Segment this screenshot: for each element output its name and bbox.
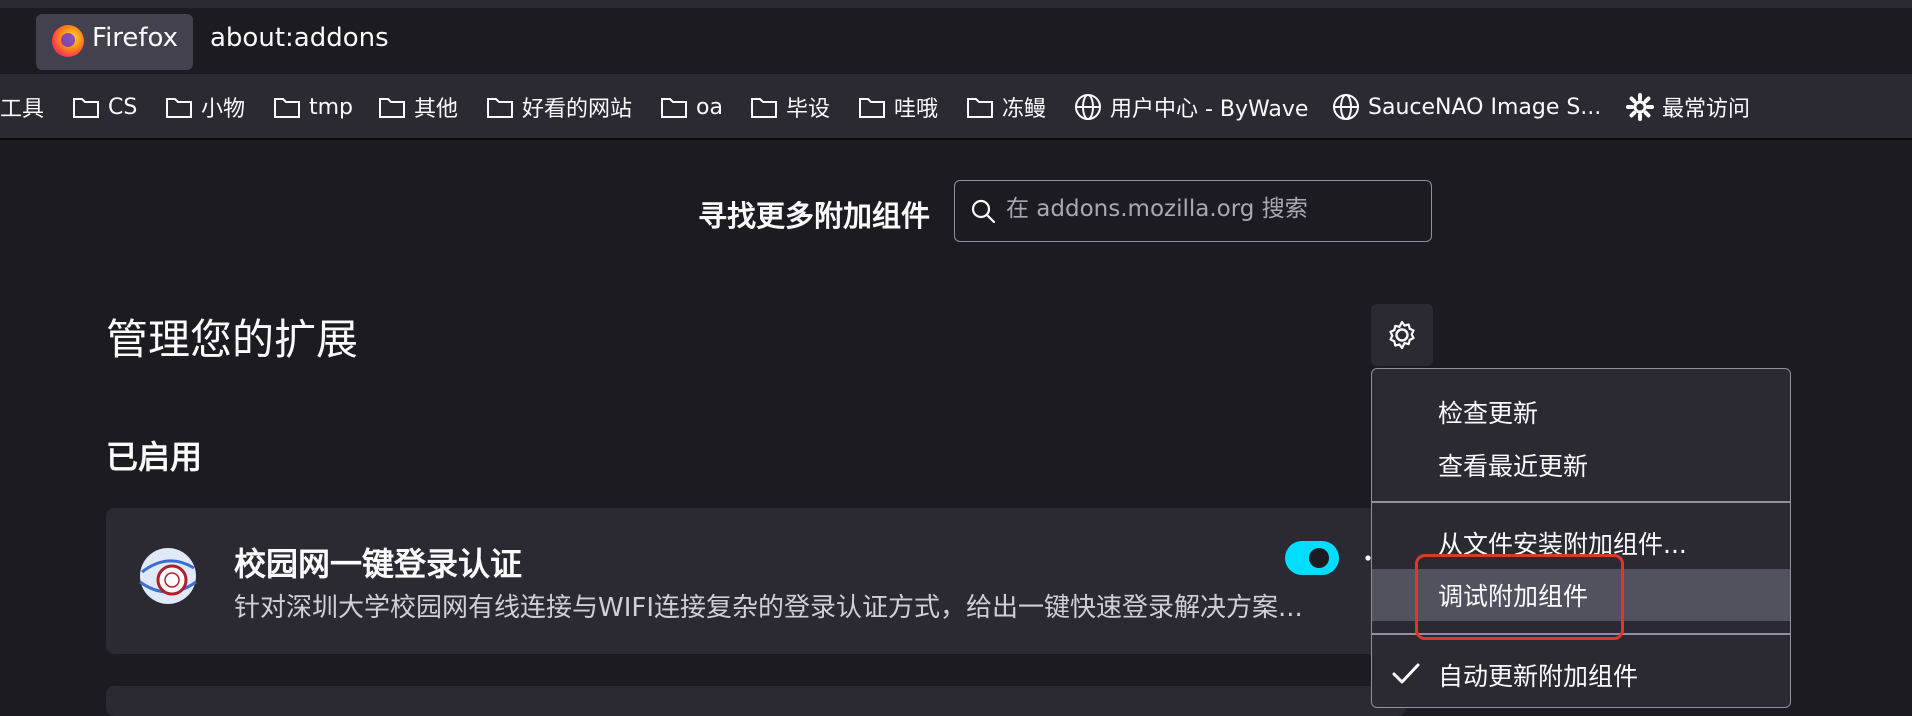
- folder-icon: [751, 98, 777, 118]
- folder-icon: [166, 98, 192, 118]
- menu-item-check-updates[interactable]: 检查更新: [1372, 386, 1790, 438]
- menu-item-label: 自动更新附加组件: [1438, 662, 1639, 691]
- addon-card-next[interactable]: [106, 686, 1406, 716]
- bookmark-folder-wow[interactable]: 哇哦: [858, 92, 938, 122]
- bookmark-label: SauceNAO Image S...: [1368, 94, 1602, 120]
- bookmarks-toolbar: 工具 CS 小物 tmp 其他 好看的网站 oa 毕设 哇哦 冻鳗 用户中心 -…: [0, 74, 1912, 140]
- bookmark-saucenao[interactable]: SauceNAO Image S...: [1332, 92, 1601, 122]
- bookmark-label: 哇哦: [894, 97, 939, 122]
- identity-label: Firefox: [92, 23, 179, 53]
- bookmark-folder-other[interactable]: 其他: [378, 92, 458, 122]
- menu-item-recent-updates[interactable]: 查看最近更新: [1372, 439, 1790, 491]
- bookmark-label: 冻鳗: [1002, 97, 1047, 122]
- firefox-logo-icon: [52, 25, 84, 57]
- folder-icon: [73, 98, 99, 118]
- bookmark-folder-cs[interactable]: CS: [72, 92, 137, 122]
- folder-icon: [487, 98, 513, 118]
- bookmark-label: tmp: [309, 94, 354, 120]
- search-input[interactable]: [1006, 196, 1416, 222]
- folder-icon: [967, 98, 993, 118]
- search-icon: [971, 199, 996, 224]
- menu-separator: [1372, 501, 1790, 503]
- checkmark-icon: [1392, 663, 1420, 684]
- page-title: 管理您的扩展: [106, 315, 359, 364]
- bookmark-label: CS: [108, 94, 138, 120]
- folder-icon: [274, 98, 300, 118]
- bookmark-label: 最常访问: [1662, 97, 1751, 122]
- bookmark-folder-anime[interactable]: 冻鳗: [966, 92, 1046, 122]
- highlight-annotation-box: [1415, 554, 1624, 640]
- bookmark-label: 用户中心 - ByWave: [1110, 97, 1309, 122]
- bookmark-label: 其他: [414, 97, 459, 122]
- section-heading-enabled: 已启用: [106, 438, 203, 476]
- menu-item-label: 检查更新: [1438, 399, 1539, 428]
- folder-icon: [379, 98, 405, 118]
- toggle-knob: [1309, 548, 1329, 568]
- bookmark-bywave[interactable]: 用户中心 - ByWave: [1074, 92, 1308, 122]
- bookmark-most-visited[interactable]: 最常访问: [1626, 92, 1750, 122]
- bookmark-label: 毕设: [786, 97, 831, 122]
- tools-menu: 检查更新 查看最近更新 从文件安装附加组件... 调试附加组件 自动更新附加组件: [1371, 368, 1791, 708]
- bookmark-folder-nice-sites[interactable]: 好看的网站: [486, 92, 632, 122]
- url-field[interactable]: about:addons: [210, 23, 389, 53]
- gear-icon: [1389, 320, 1415, 350]
- bookmark-tools[interactable]: 工具: [0, 92, 44, 122]
- menu-item-label: 查看最近更新: [1438, 452, 1589, 481]
- search-label: 寻找更多附加组件: [698, 199, 931, 233]
- bookmark-label: 小物: [201, 97, 246, 122]
- globe-icon: [1333, 94, 1359, 120]
- addon-name: 校园网一键登录认证: [234, 545, 523, 583]
- bookmark-folder-graduation[interactable]: 毕设: [750, 92, 830, 122]
- bookmark-label: 好看的网站: [522, 97, 633, 122]
- tools-gear-button[interactable]: [1371, 304, 1433, 366]
- bookmark-label: 工具: [0, 97, 45, 122]
- bookmark-folder-oa[interactable]: oa: [660, 92, 723, 122]
- menu-item-auto-update[interactable]: 自动更新附加组件: [1372, 649, 1790, 701]
- folder-icon: [661, 98, 687, 118]
- bookmark-label: oa: [696, 94, 723, 120]
- folder-icon: [859, 98, 885, 118]
- gear-icon: [1626, 93, 1654, 121]
- globe-icon: [1075, 94, 1101, 120]
- addon-description: 针对深圳大学校园网有线连接与WIFI连接复杂的登录认证方式，给出一键快速登录解决…: [234, 593, 1303, 623]
- bookmark-folder-tmp[interactable]: tmp: [273, 92, 353, 122]
- bookmark-folder-xiaowu[interactable]: 小物: [165, 92, 245, 122]
- addon-globe-seal-icon: [139, 548, 197, 604]
